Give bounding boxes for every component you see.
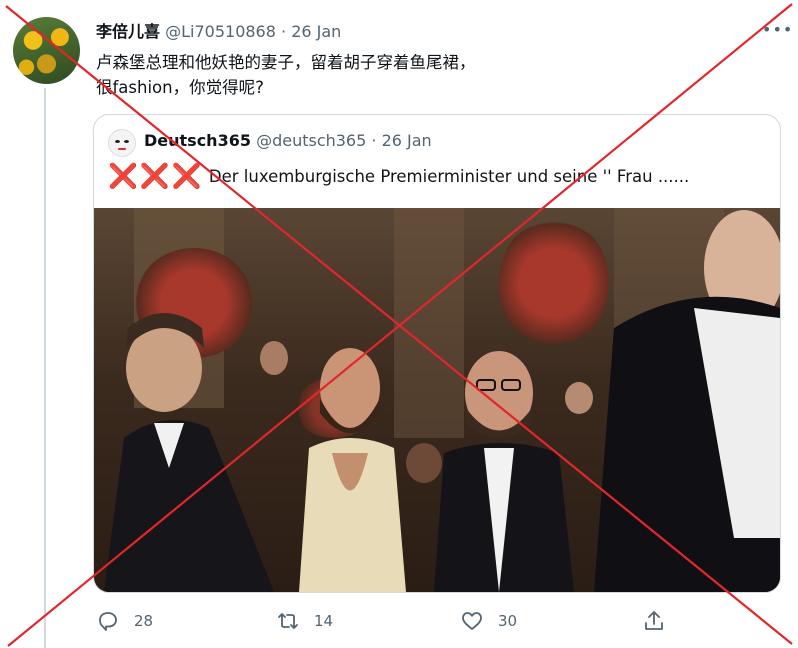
cross-mark-emojis: ❌❌❌ xyxy=(108,162,204,190)
tweet-actions: 28 14 30 xyxy=(96,608,676,636)
quote-photo[interactable] xyxy=(94,208,780,592)
reply-icon xyxy=(99,612,117,631)
quote-handle[interactable]: @deutsch365 xyxy=(256,131,366,150)
reply-count: 28 xyxy=(134,612,154,630)
quote-text: ❌❌❌ Der luxemburgische Premierminister u… xyxy=(108,162,689,190)
tweet-text-line-2: 很fashion，你觉得呢? xyxy=(96,78,264,97)
tweet-text: 卢森堡总理和他妖艳的妻子，留着胡子穿着鱼尾裙， 很fashion，你觉得呢? xyxy=(96,50,756,100)
tweet-header: 李倍儿喜 @Li70510868 · 26 Jan xyxy=(96,18,341,42)
share-button[interactable] xyxy=(642,608,680,634)
more-icon[interactable]: ••• xyxy=(762,20,793,39)
share-icon xyxy=(645,611,663,630)
like-count: 30 xyxy=(498,612,518,630)
user-handle[interactable]: @Li70510868 xyxy=(165,22,276,41)
thread-line xyxy=(44,88,46,648)
like-button[interactable]: 30 xyxy=(460,608,517,634)
retweet-icon xyxy=(278,613,298,629)
display-name[interactable]: 李倍儿喜 xyxy=(96,22,160,41)
avatar-mouth xyxy=(118,148,126,150)
quote-separator: · xyxy=(371,131,377,150)
separator: · xyxy=(281,22,287,41)
quote-date[interactable]: 26 Jan xyxy=(382,131,432,150)
avatar[interactable] xyxy=(13,17,80,84)
heart-icon xyxy=(462,612,482,630)
quote-header: Deutsch365 @deutsch365 · 26 Jan xyxy=(144,131,432,150)
retweet-button[interactable]: 14 xyxy=(276,608,333,634)
quote-avatar[interactable] xyxy=(108,129,136,157)
tweet-text-line-1: 卢森堡总理和他妖艳的妻子，留着胡子穿着鱼尾裙， xyxy=(96,53,476,72)
quote-tweet[interactable]: Deutsch365 @deutsch365 · 26 Jan ❌❌❌ Der … xyxy=(93,114,781,593)
reply-button[interactable]: 28 xyxy=(96,608,153,634)
retweet-count: 14 xyxy=(314,612,334,630)
photo-people xyxy=(104,210,780,592)
avatar-eye xyxy=(115,140,120,143)
tweet-date[interactable]: 26 Jan xyxy=(291,22,341,41)
quote-text-body: Der luxemburgische Premierminister und s… xyxy=(203,167,690,186)
avatar-eye xyxy=(124,140,129,143)
quote-display-name[interactable]: Deutsch365 xyxy=(144,131,251,150)
